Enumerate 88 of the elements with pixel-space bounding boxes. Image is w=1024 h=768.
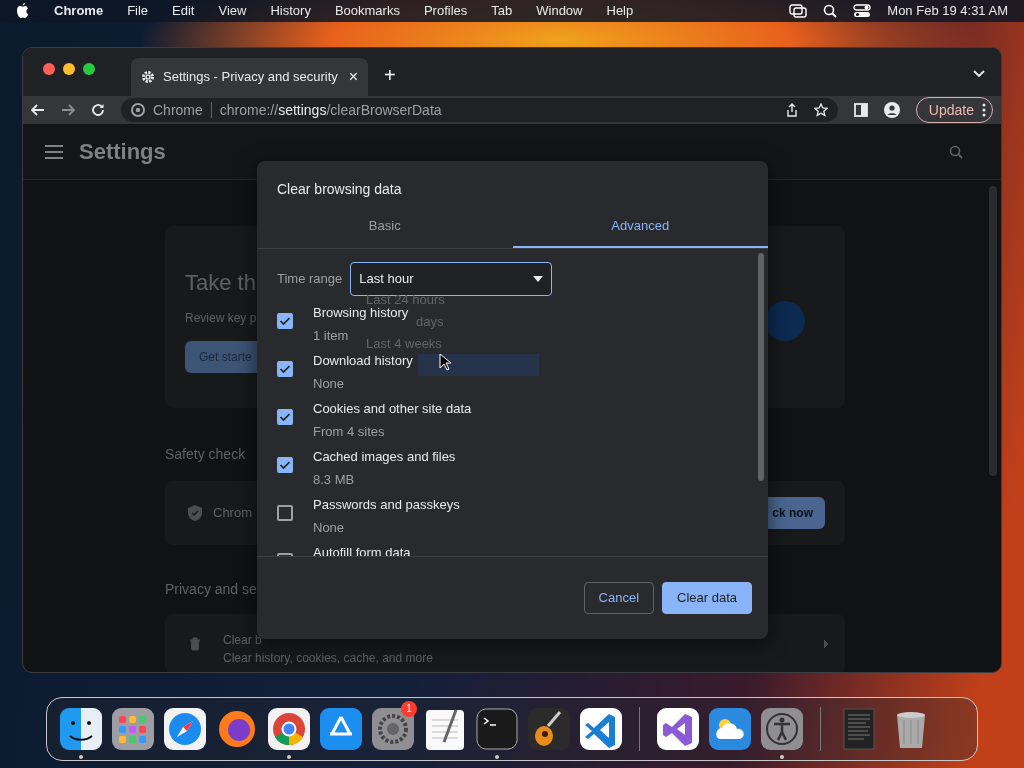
chrome-logo-icon — [131, 103, 145, 117]
share-icon[interactable] — [785, 103, 798, 117]
promo-title: Take th — [185, 269, 256, 297]
dialog-tab[interactable]: Basic — [257, 206, 513, 248]
zoom-window-button[interactable] — [83, 63, 95, 75]
reload-icon[interactable] — [91, 103, 105, 117]
option-detail: From 4 sites — [313, 423, 385, 441]
menubar-clock: Mon Feb 19 4:31 AM — [887, 2, 1008, 21]
option-label: Cached images and files — [313, 447, 456, 466]
guitar-icon[interactable] — [528, 708, 570, 750]
menu-item[interactable]: Help — [606, 1, 634, 21]
option-detail: 1 item — [313, 327, 349, 345]
highlighted-row[interactable] — [418, 354, 539, 376]
section-heading: Privacy and se — [165, 580, 257, 599]
app-menu[interactable]: Chrome — [54, 1, 104, 21]
site-label: Chrome — [153, 100, 203, 120]
forward-arrow-icon[interactable] — [61, 104, 75, 116]
dropdown-arrow-icon — [533, 275, 544, 282]
option-label: Autofill form data — [313, 543, 411, 556]
cancel-button[interactable]: Cancel — [583, 582, 654, 614]
notification-badge: 1 — [401, 701, 417, 717]
option-detail: 8.3 MB — [313, 471, 355, 489]
option-label: Download history — [313, 351, 413, 370]
page-title: Settings — [79, 138, 166, 166]
search-icon[interactable] — [823, 4, 838, 18]
time-range-dropdown[interactable]: Last hour — [350, 261, 553, 296]
new-tab-button[interactable]: + — [384, 60, 396, 90]
screen-mirroring-icon[interactable] — [789, 4, 808, 18]
app-grid-icon[interactable] — [112, 708, 154, 750]
checkbox[interactable] — [277, 360, 293, 377]
clear-data-button[interactable]: Clear data — [662, 582, 752, 614]
cursor-icon — [439, 353, 451, 371]
terminal-icon[interactable] — [476, 708, 518, 750]
row-subtitle: Clear history, cookies, cache, and more — [223, 650, 433, 667]
trash-icon — [189, 637, 201, 651]
menu-item[interactable]: Bookmarks — [334, 1, 400, 21]
menu-item[interactable]: Tab — [491, 1, 513, 21]
code-editor-icon[interactable] — [580, 708, 622, 750]
tab-title: Settings - Privacy and security — [163, 68, 338, 87]
address-bar[interactable]: Chrome chrome://settings/clearBrowserData — [121, 98, 838, 122]
gear-icon — [141, 70, 155, 84]
close-window-button[interactable] — [43, 63, 55, 75]
star-icon[interactable] — [813, 103, 828, 117]
option-detail: None — [313, 375, 345, 393]
url-text: chrome://settings/clearBrowserData — [219, 100, 442, 120]
checkbox[interactable] — [277, 456, 293, 473]
option-label: Passwords and passkeys — [313, 495, 460, 514]
checkbox[interactable] — [277, 504, 293, 521]
menu-item[interactable]: File — [127, 1, 149, 21]
option-detail: None — [313, 519, 345, 537]
back-arrow-icon[interactable] — [31, 104, 45, 116]
cloud-icon[interactable] — [709, 708, 751, 750]
menu-item[interactable]: View — [218, 1, 247, 21]
menu-item[interactable]: History — [270, 1, 311, 21]
minimize-window-button[interactable] — [63, 63, 75, 75]
tab-close-button[interactable]: × — [348, 65, 358, 89]
control-center-icon[interactable] — [853, 4, 872, 18]
dialog-tab[interactable]: Advanced — [512, 206, 768, 248]
chevron-down-icon[interactable] — [973, 70, 985, 78]
app-store-icon[interactable] — [320, 708, 362, 750]
accessibility-figure-icon[interactable] — [761, 708, 803, 750]
section-heading: Safety check — [165, 445, 246, 464]
shield-icon — [187, 504, 203, 522]
side-panel-icon[interactable] — [853, 103, 868, 117]
field-label: Time range — [277, 269, 343, 288]
more-options-icon — [982, 103, 986, 117]
dialog-scrollbar[interactable] — [758, 252, 764, 481]
dialog-title: Clear browsing data — [276, 180, 403, 199]
promo-text: Review key p — [185, 310, 257, 327]
browser-tab[interactable]: Settings - Privacy and security × — [131, 58, 368, 96]
checkbox[interactable] — [277, 312, 293, 329]
apple-logo-icon[interactable] — [16, 3, 30, 19]
safety-text: Chrom — [213, 504, 252, 523]
infinity-ribbon-icon[interactable] — [657, 708, 699, 750]
checkbox[interactable] — [277, 408, 293, 425]
menu-item[interactable]: Profiles — [423, 1, 468, 21]
face-icon[interactable] — [60, 708, 102, 750]
option-label: Browsing history — [313, 304, 409, 322]
menu-item[interactable]: Edit — [172, 1, 195, 21]
row-title: Clear b — [223, 632, 263, 649]
profile-icon[interactable] — [883, 102, 900, 118]
option-label: Cookies and other site data — [313, 399, 472, 418]
pen-and-paper-icon[interactable] — [424, 708, 466, 750]
page-scrollbar[interactable] — [989, 186, 997, 476]
chrome-logo-icon[interactable] — [268, 708, 310, 750]
menu-icon[interactable] — [45, 144, 63, 159]
menu-item[interactable]: Window — [536, 1, 583, 21]
compass-icon[interactable] — [164, 708, 206, 750]
